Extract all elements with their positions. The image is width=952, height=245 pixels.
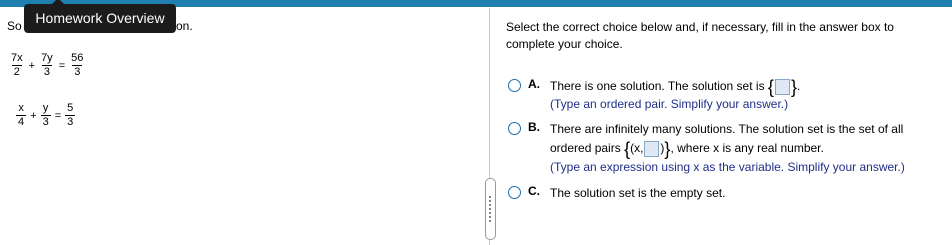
hidden-question-text-start: So — [7, 19, 22, 33]
choice-b-condition: , where x is any real number. — [670, 141, 824, 155]
choice-b-line2: ordered pairs {(x,)}, where x is any rea… — [550, 138, 824, 159]
numerator: 7y — [41, 52, 53, 64]
numerator: y — [42, 102, 49, 114]
homework-overview-tooltip[interactable]: Homework Overview — [24, 0, 176, 33]
fraction: y 3 — [40, 102, 51, 129]
numerator: x — [18, 102, 24, 114]
panel-resize-handle[interactable] — [485, 178, 496, 240]
operator: + — [30, 109, 37, 122]
equation-1: 7x 2 + 7y 3 = 56 3 — [7, 52, 87, 79]
question-panel: So on. 7x 2 + 7y 3 = 56 3 x 4 + y 3 = 5 … — [0, 0, 480, 245]
numerator: 7x — [11, 52, 23, 64]
left-brace: { — [767, 76, 774, 97]
denominator: 3 — [72, 65, 83, 78]
numerator: 56 — [71, 52, 84, 64]
fraction: 5 3 — [65, 102, 76, 129]
choice-b-radio[interactable] — [508, 122, 521, 135]
choice-c-text: The solution set is the empty set. — [550, 186, 726, 200]
operator: + — [28, 59, 36, 72]
choice-b-line1: There are infinitely many solutions. The… — [550, 122, 904, 136]
denominator: 2 — [11, 65, 22, 78]
grip-dots-icon — [489, 195, 491, 223]
equals-sign: = — [54, 109, 62, 122]
choice-b-ordered-pairs-label: ordered pairs — [550, 141, 621, 155]
equals-sign: = — [58, 59, 66, 72]
choice-b-hint: (Type an expression using x as the varia… — [550, 160, 905, 174]
fraction: x 4 — [16, 102, 27, 129]
numerator: 5 — [67, 102, 74, 114]
choice-b-pair-prefix: (x, — [630, 141, 644, 155]
fraction: 56 3 — [69, 52, 85, 79]
tooltip-arrow — [52, 0, 64, 4]
choice-a-answer-box[interactable] — [774, 78, 790, 95]
choice-b-answer-box[interactable] — [644, 140, 660, 157]
choice-c-radio[interactable] — [508, 186, 521, 199]
choice-a-letter: A. — [528, 77, 540, 91]
fraction: 7x 2 — [9, 52, 25, 79]
hidden-question-text-end: on. — [176, 19, 193, 33]
denominator: 3 — [41, 65, 52, 78]
tooltip-label: Homework Overview — [35, 10, 165, 26]
choice-a-hint: (Type an ordered pair. Simplify your ans… — [550, 97, 789, 111]
choice-c-letter: C. — [528, 184, 540, 198]
choice-b-letter: B. — [528, 120, 540, 134]
fraction: 7y 3 — [39, 52, 55, 79]
equation-2: x 4 + y 3 = 5 3 — [14, 102, 77, 129]
choice-a-statement: There is one solution. The solution set … — [550, 79, 765, 93]
denominator: 3 — [65, 115, 76, 128]
denominator: 3 — [40, 115, 51, 128]
choice-a-text: There is one solution. The solution set … — [550, 76, 801, 97]
denominator: 4 — [16, 115, 27, 128]
instructions: Select the correct choice below and, if … — [506, 20, 894, 51]
right-brace: } — [790, 76, 797, 97]
choice-a-radio[interactable] — [508, 79, 521, 92]
